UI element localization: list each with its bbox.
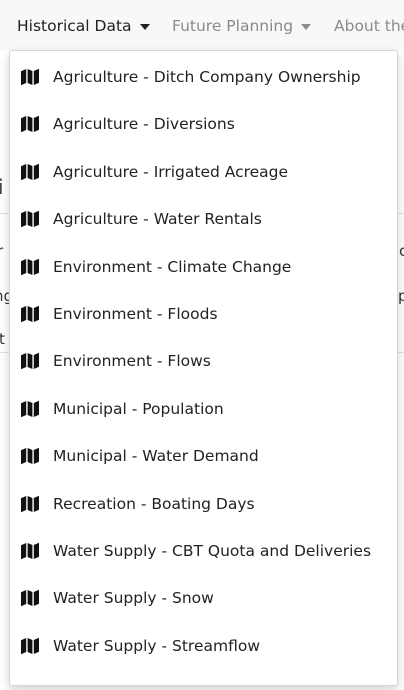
menu-item-municipal-water-demand[interactable]: Municipal - Water Demand (10, 434, 397, 478)
menu-item-agriculture-diversions[interactable]: Agriculture - Diversions (10, 102, 397, 146)
menu-item-label: Agriculture - Ditch Company Ownership (53, 68, 361, 86)
menu-item-label: Water Supply - CBT Quota and Deliveries (53, 542, 372, 560)
menu-item-recreation-boating-days[interactable]: Recreation - Boating Days (10, 482, 397, 526)
body-text-fragment: t (0, 330, 5, 348)
caret-down-icon (139, 23, 150, 30)
menu-item-agriculture-ditch-company-ownership[interactable]: Agriculture - Ditch Company Ownership (10, 55, 397, 99)
menu-item-label: Environment - Climate Change (53, 257, 292, 276)
map-icon (20, 589, 40, 607)
caret-down-icon (301, 23, 312, 30)
menu-item-water-supply-streamflow[interactable]: Water Supply - Streamflow (10, 624, 397, 668)
map-icon (20, 305, 40, 323)
nav-future-planning-label: Future Planning (172, 17, 294, 35)
historical-data-dropdown-menu: Agriculture - Ditch Company Ownership Agr… (9, 50, 398, 686)
page: Historical Data Future Planning About th… (0, 0, 404, 690)
map-icon (20, 400, 40, 418)
map-icon (20, 542, 40, 560)
map-icon (20, 163, 40, 181)
nav-about-label: About the (334, 17, 404, 35)
menu-item-label: Environment - Floods (53, 305, 218, 323)
menu-item-label: Environment - Flows (53, 352, 211, 371)
body-text-fragment: p (398, 287, 404, 305)
map-icon (20, 258, 40, 276)
nav-future-planning-dropdown[interactable]: Future Planning (172, 16, 312, 36)
menu-item-environment-floods[interactable]: Environment - Floods (10, 292, 397, 336)
menu-item-label: Agriculture - Water Rentals (53, 210, 262, 229)
map-icon (20, 637, 40, 655)
menu-item-environment-flows[interactable]: Environment - Flows (10, 339, 397, 383)
menu-item-label: Water Supply - Snow (53, 589, 214, 608)
menu-item-label: Municipal - Population (53, 399, 224, 418)
nav-about-link[interactable]: About the (334, 16, 404, 36)
menu-item-environment-climate-change[interactable]: Environment - Climate Change (10, 245, 397, 289)
menu-item-label: Agriculture - Irrigated Acreage (53, 162, 289, 181)
map-icon (20, 68, 40, 86)
menu-item-label: Agriculture - Diversions (53, 115, 235, 134)
menu-item-label: Municipal - Water Demand (53, 447, 259, 466)
page-heading-fragment: i (0, 175, 4, 199)
body-text-fragment: r (0, 242, 4, 260)
map-icon (20, 495, 40, 513)
map-icon (20, 352, 40, 370)
map-icon (20, 115, 40, 133)
body-text-fragment: c (399, 242, 404, 260)
nav-historical-data-label: Historical Data (17, 17, 132, 35)
menu-item-agriculture-irrigated-acreage[interactable]: Agriculture - Irrigated Acreage (10, 150, 397, 194)
menu-item-label: Water Supply - Streamflow (53, 636, 261, 655)
map-icon (20, 447, 40, 465)
menu-item-municipal-population[interactable]: Municipal - Population (10, 387, 397, 431)
map-icon (20, 210, 40, 228)
menu-item-agriculture-water-rentals[interactable]: Agriculture - Water Rentals (10, 197, 397, 241)
top-navbar: Historical Data Future Planning About th… (0, 0, 404, 50)
menu-item-label: Recreation - Boating Days (53, 494, 255, 513)
menu-item-water-supply-snow[interactable]: Water Supply - Snow (10, 576, 397, 620)
nav-historical-data-dropdown[interactable]: Historical Data (17, 16, 150, 36)
menu-item-water-supply-cbt-quota-and-deliveries[interactable]: Water Supply - CBT Quota and Deliveries (10, 529, 397, 573)
